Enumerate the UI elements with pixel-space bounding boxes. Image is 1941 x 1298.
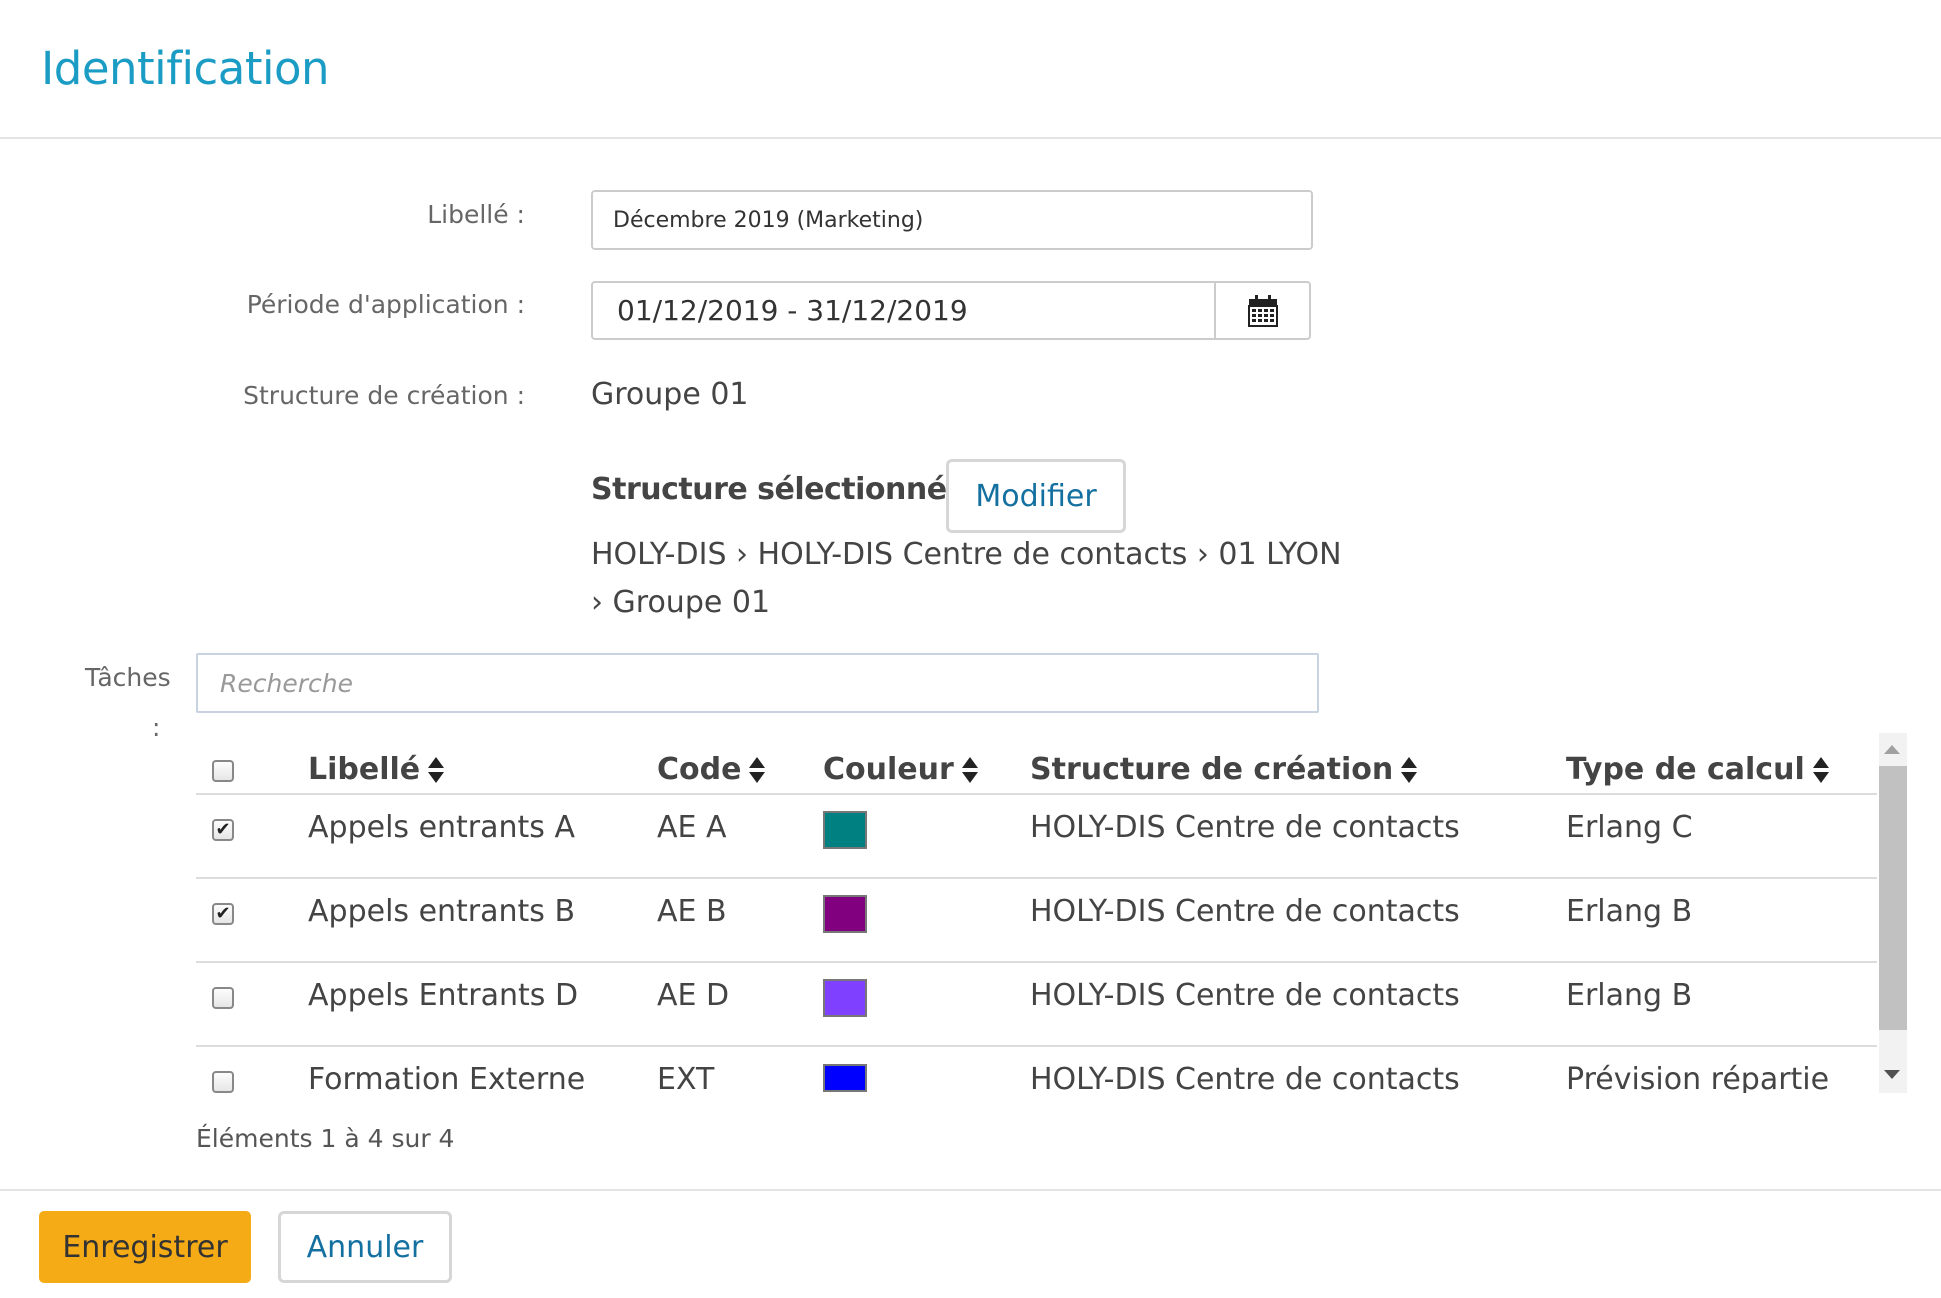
sort-icon <box>961 756 978 783</box>
task-libelle: Appels entrants A <box>308 810 575 845</box>
column-header-structure[interactable]: Structure de création <box>1030 752 1418 787</box>
select-all-checkbox[interactable] <box>212 760 234 782</box>
color-swatch <box>823 1064 867 1092</box>
sort-icon <box>749 756 766 783</box>
search-placeholder: Recherche <box>220 668 353 698</box>
color-swatch <box>823 895 867 933</box>
row-checkbox[interactable]: ✔ <box>212 903 234 925</box>
column-header-libelle[interactable]: Libellé <box>308 752 445 787</box>
table-clip <box>190 1093 1910 1113</box>
footer-divider <box>0 1189 1941 1191</box>
row-checkbox[interactable] <box>212 1071 234 1093</box>
task-type: Prévision répartie <box>1566 1062 1830 1097</box>
page-title: Identification <box>41 42 330 95</box>
row-divider <box>196 1045 1877 1047</box>
task-structure: HOLY-DIS Centre de contacts <box>1030 894 1460 929</box>
calendar-icon <box>1247 294 1278 327</box>
task-libelle: Appels entrants B <box>308 894 576 929</box>
task-code: EXT <box>657 1062 715 1097</box>
structure-path-line1: HOLY-DIS › HOLY-DIS Centre de contacts ›… <box>591 537 1342 572</box>
row-checkbox[interactable] <box>212 987 234 1009</box>
table-header-divider <box>196 793 1877 795</box>
calendar-button[interactable] <box>1214 281 1311 340</box>
modifier-button[interactable]: Modifier <box>946 459 1126 533</box>
task-type: Erlang C <box>1566 810 1693 845</box>
libelle-input[interactable]: Décembre 2019 (Marketing) <box>591 190 1313 250</box>
sort-icon <box>1401 756 1418 783</box>
task-code: AE B <box>657 894 727 929</box>
task-structure: HOLY-DIS Centre de contacts <box>1030 978 1460 1013</box>
task-libelle: Formation Externe <box>308 1062 586 1097</box>
column-header-code[interactable]: Code <box>657 752 766 787</box>
row-divider <box>196 961 1877 963</box>
task-structure: HOLY-DIS Centre de contacts <box>1030 810 1460 845</box>
taches-label: Tâches <box>85 663 171 692</box>
task-code: AE D <box>657 978 730 1013</box>
color-swatch <box>823 811 867 849</box>
scroll-up-icon[interactable] <box>1884 745 1900 754</box>
cancel-button[interactable]: Annuler <box>278 1211 452 1283</box>
sort-icon <box>1812 756 1829 783</box>
scroll-down-icon[interactable] <box>1884 1070 1900 1079</box>
scrollbar-thumb[interactable] <box>1879 766 1907 1030</box>
periode-label: Période d'application : <box>246 290 525 319</box>
sort-icon <box>428 756 445 783</box>
column-header-type[interactable]: Type de calcul <box>1566 752 1829 787</box>
column-header-couleur[interactable]: Couleur <box>823 752 978 787</box>
structure-creation-value: Groupe 01 <box>591 377 749 412</box>
task-type: Erlang B <box>1566 978 1693 1013</box>
row-checkbox[interactable]: ✔ <box>212 819 234 841</box>
search-input[interactable]: Recherche <box>196 653 1319 713</box>
structure-path-line2: › Groupe 01 <box>591 585 771 620</box>
color-swatch <box>823 979 867 1017</box>
task-type: Erlang B <box>1566 894 1693 929</box>
taches-colon: : <box>152 713 161 742</box>
save-button[interactable]: Enregistrer <box>39 1211 251 1283</box>
table-count: Éléments 1 à 4 sur 4 <box>196 1124 455 1153</box>
libelle-label: Libellé : <box>427 200 525 229</box>
task-structure: HOLY-DIS Centre de contacts <box>1030 1062 1460 1097</box>
structure-creation-label: Structure de création : <box>243 381 525 410</box>
row-divider <box>196 877 1877 879</box>
header-divider <box>0 137 1941 139</box>
task-code: AE A <box>657 810 727 845</box>
periode-input[interactable]: 01/12/2019 - 31/12/2019 <box>591 281 1216 340</box>
task-libelle: Appels Entrants D <box>308 978 579 1013</box>
